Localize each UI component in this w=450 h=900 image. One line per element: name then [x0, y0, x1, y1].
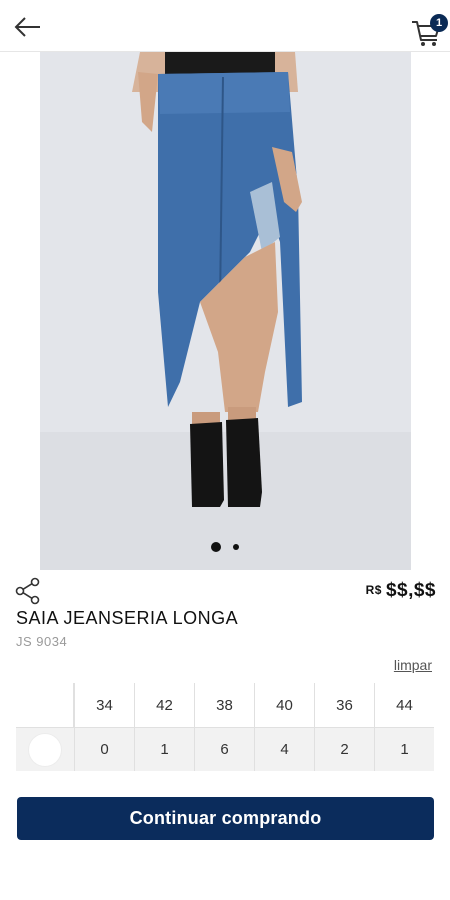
- size-header: 42: [134, 683, 194, 727]
- table-corner: [16, 683, 74, 727]
- top-bar: 1: [0, 0, 450, 52]
- size-header: 44: [374, 683, 434, 727]
- price-currency: R$: [365, 583, 382, 597]
- size-header: 40: [254, 683, 314, 727]
- clear-link[interactable]: limpar: [394, 657, 432, 673]
- pagination-dot-active[interactable]: [210, 541, 221, 552]
- size-quantity-table: 34 42 38 40 36 44 0 1 6 4 2 1: [16, 683, 434, 771]
- arrow-left-icon: [14, 17, 40, 37]
- cart-button[interactable]: 1: [410, 14, 448, 48]
- gallery-pagination: [0, 538, 450, 552]
- quantity-cell[interactable]: 1: [374, 727, 434, 771]
- continue-shopping-button[interactable]: Continuar comprando: [17, 797, 434, 840]
- quantity-cell[interactable]: 1: [134, 727, 194, 771]
- share-button[interactable]: [14, 577, 42, 605]
- share-icon: [15, 577, 40, 605]
- price-value: $$,$$: [385, 580, 436, 601]
- quantity-row: 0 1 6 4 2 1: [16, 727, 434, 771]
- size-header: 34: [74, 683, 134, 727]
- cart-count-badge: 1: [430, 14, 448, 32]
- quantity-cell[interactable]: 0: [74, 727, 134, 771]
- quantity-cell[interactable]: 4: [254, 727, 314, 771]
- product-sku: JS 9034: [16, 634, 68, 649]
- product-title: SAIA JEANSERIA LONGA: [16, 608, 239, 628]
- quantity-cell[interactable]: 2: [314, 727, 374, 771]
- sizes-row: 34 42 38 40 36 44: [16, 683, 434, 727]
- product-price: R$ $$,$$: [366, 580, 436, 602]
- product-image: [40, 52, 411, 570]
- size-header: 36: [314, 683, 374, 727]
- color-swatch[interactable]: [28, 732, 62, 767]
- size-header: 38: [194, 683, 254, 727]
- product-image-gallery[interactable]: [40, 52, 411, 570]
- color-swatch-cell: [16, 727, 74, 771]
- back-button[interactable]: [12, 14, 44, 40]
- quantity-cell[interactable]: 6: [194, 727, 254, 771]
- pagination-dot[interactable]: [233, 543, 240, 550]
